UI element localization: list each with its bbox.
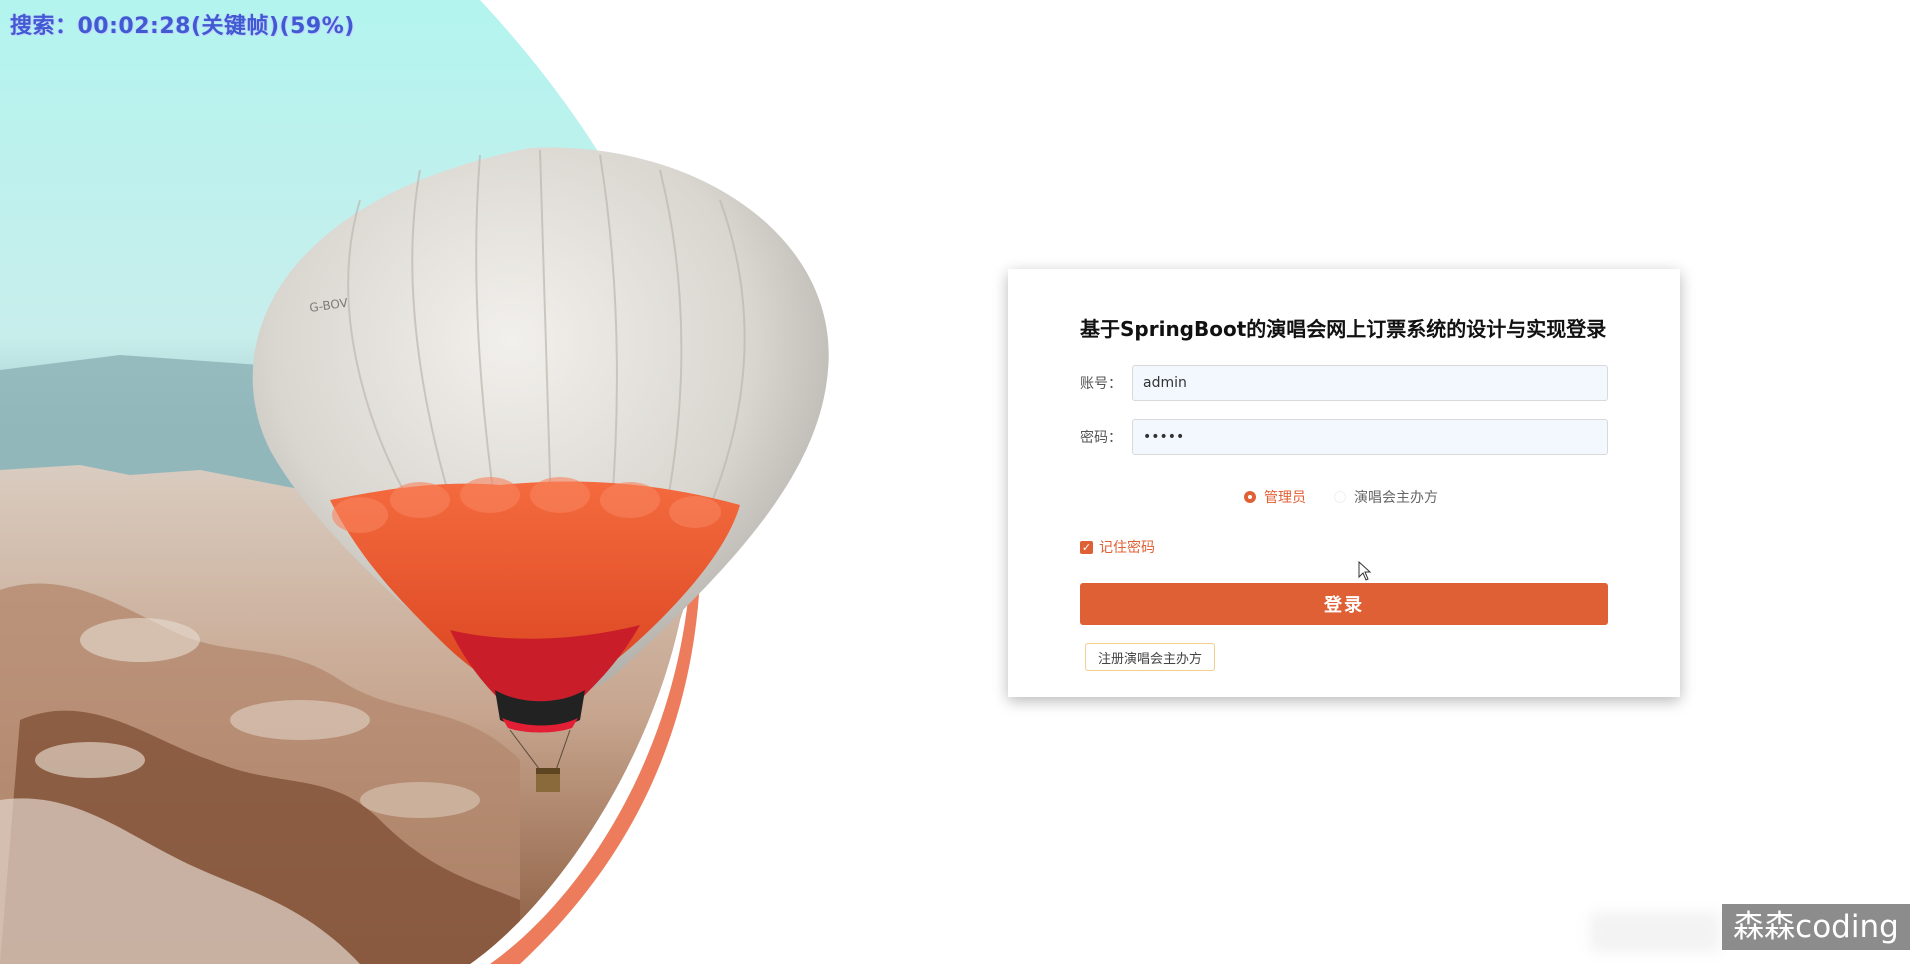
role-admin-label: 管理员 [1264, 490, 1306, 506]
role-radio-organizer[interactable]: 演唱会主办方 [1334, 487, 1438, 507]
role-radio-group: 管理员 演唱会主办方 [1244, 487, 1438, 507]
radio-selected-icon [1244, 491, 1256, 503]
video-search-overlay: 搜索：00:02:28(关键帧)(59%) [10, 14, 355, 39]
password-input[interactable] [1132, 419, 1608, 455]
account-label: 账号： [1080, 376, 1122, 392]
login-card: 基于SpringBoot的演唱会网上订票系统的设计与实现登录 账号： 密码： 管… [1008, 269, 1680, 697]
radio-unselected-icon [1334, 491, 1346, 503]
login-title: 基于SpringBoot的演唱会网上订票系统的设计与实现登录 [1080, 317, 1607, 341]
mouse-cursor-icon [1358, 561, 1372, 581]
role-radio-admin[interactable]: 管理员 [1244, 487, 1306, 507]
blurred-watermark [1590, 912, 1720, 952]
role-organizer-label: 演唱会主办方 [1354, 490, 1438, 506]
remember-password-label: 记住密码 [1099, 540, 1155, 556]
remember-password-checkbox[interactable]: ✓ 记住密码 [1080, 537, 1155, 557]
account-input[interactable] [1132, 365, 1608, 401]
login-button[interactable]: 登录 [1080, 583, 1608, 625]
channel-watermark: 森森coding [1722, 904, 1910, 950]
check-icon: ✓ [1080, 540, 1093, 554]
register-organizer-button[interactable]: 注册演唱会主办方 [1085, 643, 1216, 671]
password-label: 密码： [1080, 430, 1122, 446]
